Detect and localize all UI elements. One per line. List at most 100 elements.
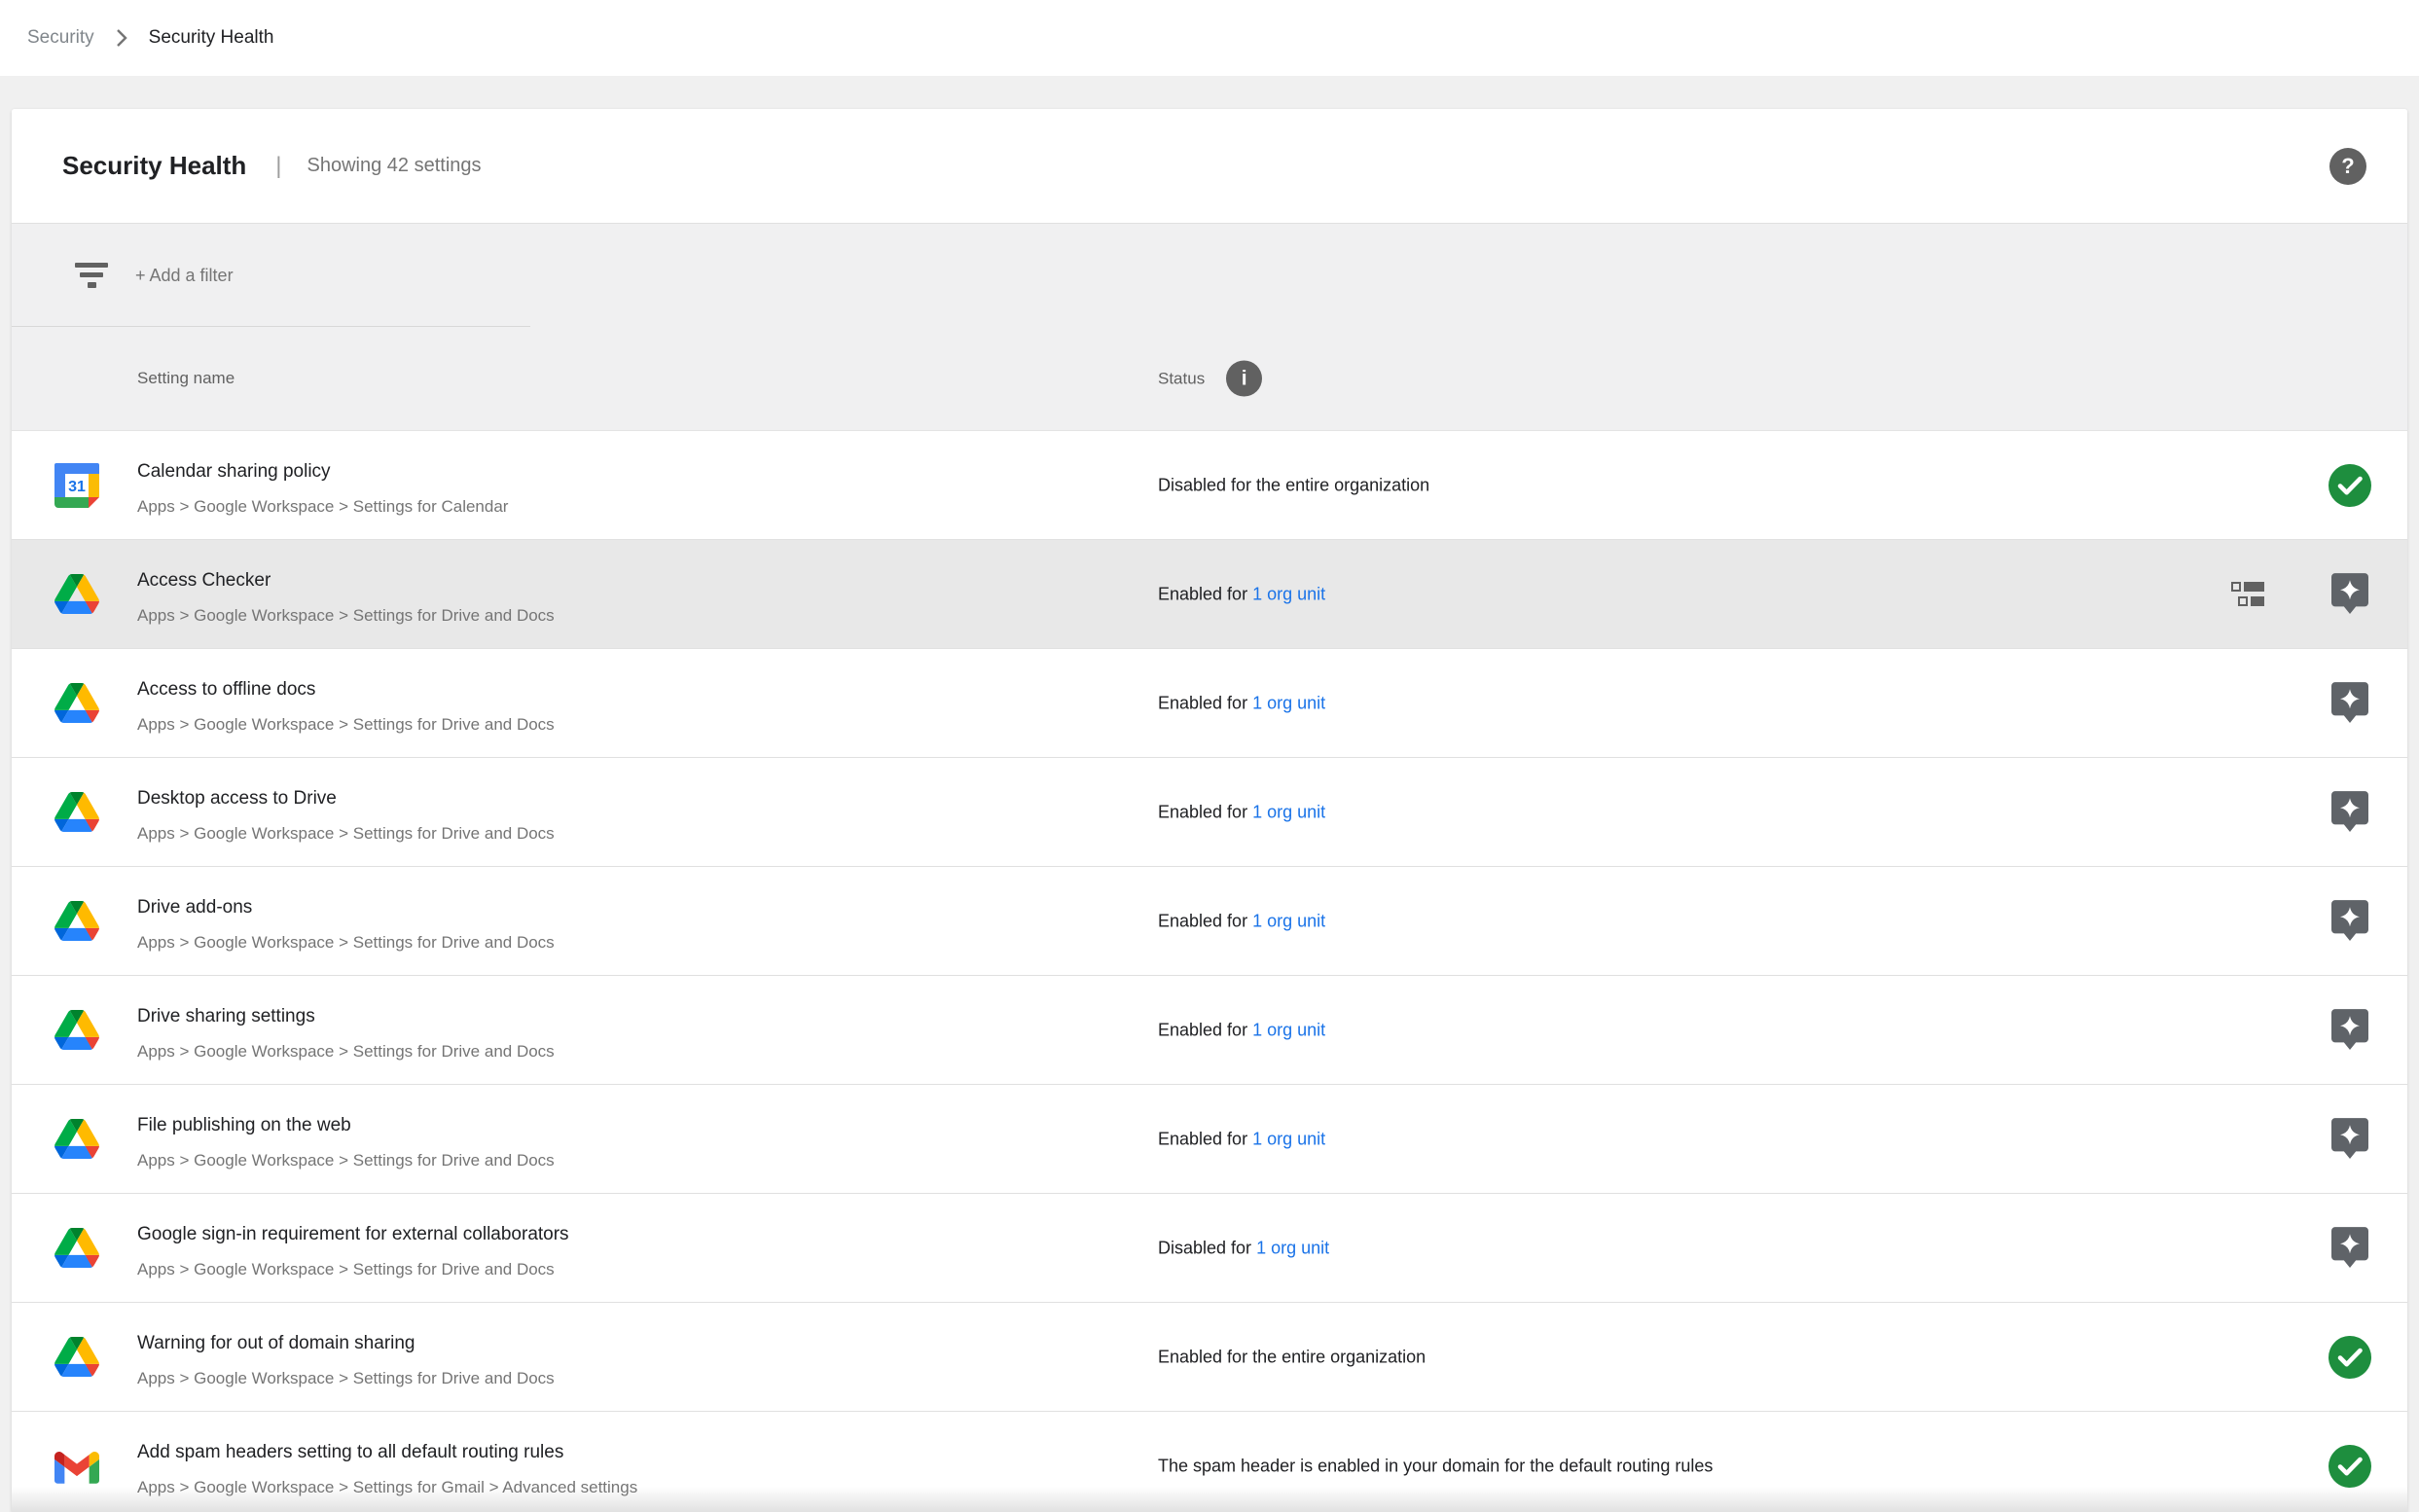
app-icon: 31 xyxy=(54,1337,99,1377)
app-icon: 31 xyxy=(54,792,99,832)
question-mark-icon: ? xyxy=(2341,154,2354,179)
org-unit-link[interactable]: 1 org unit xyxy=(1252,1129,1325,1148)
status-text: Enabled for xyxy=(1158,802,1252,821)
flag-recommendation-icon[interactable] xyxy=(2331,681,2368,725)
flag-recommendation-icon[interactable] xyxy=(2331,1226,2368,1270)
app-icon: 31 xyxy=(54,1010,99,1050)
setting-title: Warning for out of domain sharing xyxy=(137,1332,1071,1355)
flag-recommendation-icon[interactable] xyxy=(2331,1117,2368,1161)
breadcrumb-current: Security Health xyxy=(149,27,274,49)
status-text: The spam header is enabled in your domai… xyxy=(1158,1456,1713,1475)
setting-text: Access to offline docs Apps > Google Wor… xyxy=(137,678,1071,737)
setting-status: The spam header is enabled in your domai… xyxy=(1158,1456,1713,1476)
google-drive-icon xyxy=(54,901,99,941)
setting-title: Desktop access to Drive xyxy=(137,787,1071,810)
column-header-status: Status i xyxy=(1158,361,1262,397)
setting-title: Add spam headers setting to all default … xyxy=(137,1441,1071,1464)
setting-path: Apps > Google Workspace > Settings for D… xyxy=(137,822,1071,846)
status-indicator xyxy=(2328,463,2372,508)
setting-status: Enabled for 1 org unit xyxy=(1158,911,1325,931)
flag-recommendation-icon[interactable] xyxy=(2331,790,2368,834)
settings-count: Showing 42 settings xyxy=(307,155,482,177)
setting-row[interactable]: 31 Calendar sharing policy App xyxy=(12,431,2407,540)
setting-title: File publishing on the web xyxy=(137,1114,1071,1137)
gmail-icon xyxy=(54,1449,99,1484)
setting-text: Google sign-in requirement for external … xyxy=(137,1223,1071,1281)
org-unit-link[interactable]: 1 org unit xyxy=(1256,1238,1329,1257)
org-unit-link[interactable]: 1 org unit xyxy=(1252,911,1325,930)
title-separator: | xyxy=(275,153,281,180)
breadcrumb: Security Security Health xyxy=(0,0,2419,76)
flag-recommendation-icon[interactable] xyxy=(2331,899,2368,943)
setting-text: Desktop access to Drive Apps > Google Wo… xyxy=(137,787,1071,846)
flag-recommendation-icon[interactable] xyxy=(2331,572,2368,616)
org-unit-link[interactable]: 1 org unit xyxy=(1252,1020,1325,1039)
setting-text: Add spam headers setting to all default … xyxy=(137,1441,1071,1499)
setting-status: Enabled for 1 org unit xyxy=(1158,802,1325,822)
setting-title: Google sign-in requirement for external … xyxy=(137,1223,1071,1246)
setting-row[interactable]: 31 Google sign-in requirement for ex xyxy=(12,1194,2407,1303)
breadcrumb-parent-link[interactable]: Security xyxy=(27,27,94,49)
status-indicator xyxy=(2328,572,2372,616)
setting-row[interactable]: 31 Access Checker Apps > Googl xyxy=(12,540,2407,649)
app-icon: 31 xyxy=(54,1228,99,1268)
help-button[interactable]: ? xyxy=(2329,148,2366,185)
status-text: Disabled for the entire organization xyxy=(1158,475,1429,494)
setting-row[interactable]: 31 Desktop access to Drive App xyxy=(12,758,2407,867)
org-units-list-icon xyxy=(2231,582,2264,607)
setting-title: Drive add-ons xyxy=(137,896,1071,919)
org-unit-link[interactable]: 1 org unit xyxy=(1252,693,1325,712)
flag-recommendation-icon[interactable] xyxy=(2331,1008,2368,1052)
setting-title: Calendar sharing policy xyxy=(137,460,1071,484)
app-icon: 31 xyxy=(54,901,99,941)
google-drive-icon xyxy=(54,683,99,723)
google-drive-icon xyxy=(54,1010,99,1050)
settings-list: 31 Calendar sharing policy App xyxy=(12,431,2407,1512)
card-header: Security Health | Showing 42 settings ? xyxy=(12,109,2407,224)
setting-status: Enabled for 1 org unit xyxy=(1158,1129,1325,1149)
check-circle-icon xyxy=(2328,1335,2372,1380)
setting-row[interactable]: 31 Warning for out of domain sharing xyxy=(12,1303,2407,1412)
check-circle-icon xyxy=(2328,1444,2372,1489)
org-unit-link[interactable]: 1 org unit xyxy=(1252,584,1325,603)
svg-text:31: 31 xyxy=(68,479,86,495)
check-circle-icon xyxy=(2328,463,2372,508)
setting-status: Enabled for 1 org unit xyxy=(1158,693,1325,713)
setting-status: Enabled for 1 org unit xyxy=(1158,584,1325,604)
setting-path: Apps > Google Workspace > Settings for D… xyxy=(137,1258,1071,1281)
setting-status: Disabled for the entire organization xyxy=(1158,475,1429,495)
setting-row[interactable]: 31 File publishing on the web xyxy=(12,1085,2407,1194)
status-indicator xyxy=(2328,790,2372,834)
setting-row[interactable]: 31 Drive add-ons Apps > Google xyxy=(12,867,2407,976)
google-drive-icon xyxy=(54,1228,99,1268)
google-drive-icon xyxy=(54,1119,99,1159)
app-icon: 31 xyxy=(54,463,99,508)
setting-text: Drive add-ons Apps > Google Workspace > … xyxy=(137,896,1071,954)
google-drive-icon xyxy=(54,574,99,614)
status-text: Enabled for xyxy=(1158,1020,1252,1039)
status-indicator xyxy=(2328,1008,2372,1052)
status-indicator xyxy=(2328,1226,2372,1270)
setting-status: Enabled for the entire organization xyxy=(1158,1347,1426,1367)
add-filter-button[interactable]: + Add a filter xyxy=(135,266,234,286)
setting-text: Access Checker Apps > Google Workspace >… xyxy=(137,569,1071,628)
setting-text: File publishing on the web Apps > Google… xyxy=(137,1114,1071,1172)
google-calendar-icon: 31 xyxy=(54,463,99,508)
setting-text: Warning for out of domain sharing Apps >… xyxy=(137,1332,1071,1390)
app-icon: 31 xyxy=(54,1449,99,1484)
setting-row[interactable]: 31 Add spam headers setting to all d xyxy=(12,1412,2407,1512)
setting-text: Calendar sharing policy Apps > Google Wo… xyxy=(137,460,1071,519)
setting-row[interactable]: 31 Drive sharing settings Apps xyxy=(12,976,2407,1085)
info-icon[interactable]: i xyxy=(1226,361,1262,397)
setting-path: Apps > Google Workspace > Settings for D… xyxy=(137,931,1071,954)
google-drive-icon xyxy=(54,1337,99,1377)
setting-row[interactable]: 31 Access to offline docs Apps xyxy=(12,649,2407,758)
setting-path: Apps > Google Workspace > Settings for D… xyxy=(137,713,1071,737)
security-health-card: Security Health | Showing 42 settings ? … xyxy=(12,109,2407,1512)
setting-status: Disabled for 1 org unit xyxy=(1158,1238,1329,1258)
app-icon: 31 xyxy=(54,683,99,723)
setting-title: Access Checker xyxy=(137,569,1071,593)
org-unit-link[interactable]: 1 org unit xyxy=(1252,802,1325,821)
column-header-setting-name: Setting name xyxy=(137,369,235,388)
setting-path: Apps > Google Workspace > Settings for D… xyxy=(137,1149,1071,1172)
